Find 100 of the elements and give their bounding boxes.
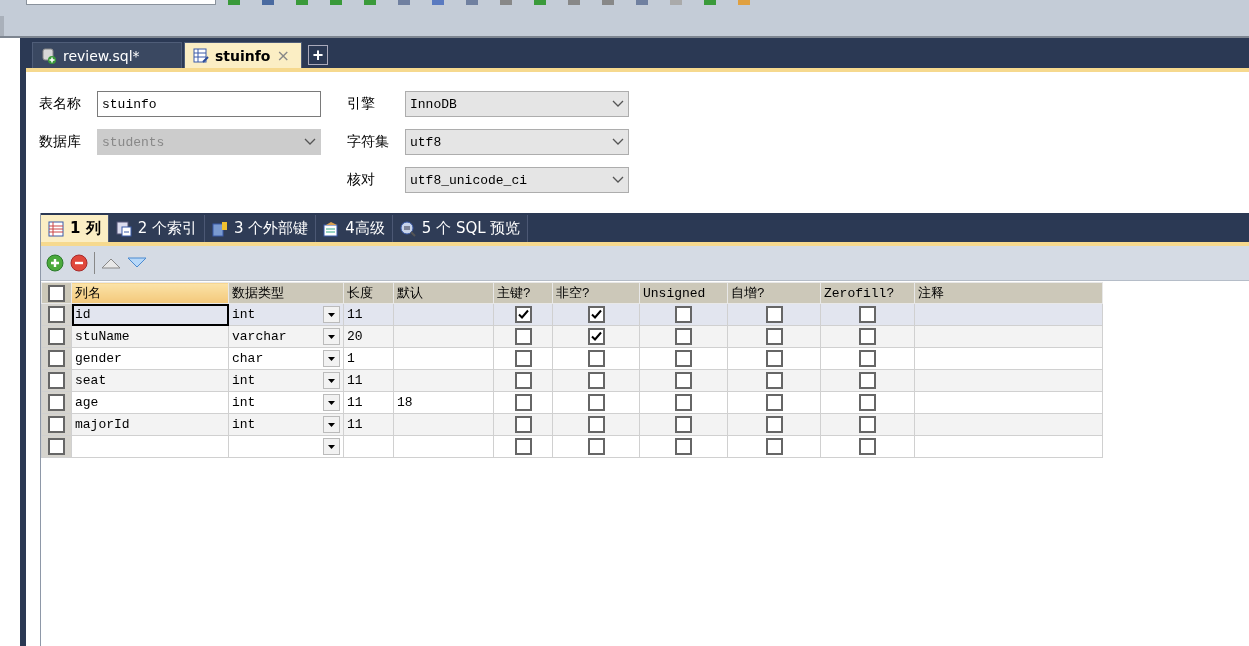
dropdown[interactable]: utf8 xyxy=(405,129,629,155)
checkbox[interactable] xyxy=(765,350,783,367)
toolbar-field[interactable] xyxy=(26,0,216,5)
table-cell: stuName xyxy=(75,329,130,344)
checkbox[interactable] xyxy=(859,350,876,367)
field-label: 引擎 xyxy=(347,95,376,113)
checkbox[interactable] xyxy=(587,416,605,433)
table-cell: int xyxy=(232,373,256,388)
table-cell: 11 xyxy=(347,373,363,388)
new-tab-button[interactable]: + xyxy=(308,45,328,65)
caret-icon xyxy=(304,138,316,146)
checkbox[interactable] xyxy=(675,328,692,345)
checkbox[interactable] xyxy=(514,394,532,411)
tab[interactable]: 1 列 xyxy=(41,215,109,242)
checkbox[interactable] xyxy=(765,372,783,389)
table-cell: varchar xyxy=(232,329,287,344)
checkbox[interactable] xyxy=(859,416,876,433)
tab[interactable]: 3 个外部键 xyxy=(205,215,317,242)
table-cell: int xyxy=(232,395,256,410)
column-header[interactable]: 自增? xyxy=(727,282,821,304)
row-checkbox[interactable] xyxy=(48,306,65,323)
checkbox[interactable] xyxy=(514,328,532,345)
checkbox[interactable] xyxy=(859,328,876,345)
checkbox[interactable] xyxy=(675,438,692,455)
document-tab[interactable]: review.sql* xyxy=(32,42,182,68)
checkbox[interactable] xyxy=(587,372,605,389)
table-icon xyxy=(193,47,209,64)
column-header[interactable]: Zerofill? xyxy=(820,282,915,304)
tab[interactable]: 4高级 xyxy=(316,215,393,242)
column-header[interactable]: 长度 xyxy=(343,282,394,304)
move-up-icon[interactable] xyxy=(101,257,121,269)
column-header[interactable]: 数据类型 xyxy=(228,282,344,304)
checkbox[interactable] xyxy=(859,372,876,389)
dropdown[interactable]: InnoDB xyxy=(405,91,629,117)
table-cell: 11 xyxy=(347,307,363,322)
row-checkbox[interactable] xyxy=(48,394,65,411)
checkbox[interactable] xyxy=(675,372,692,389)
document-tab[interactable]: stuinfo × xyxy=(184,42,302,68)
tab[interactable]: 5 个 SQL 预览 xyxy=(392,215,529,242)
caret-icon xyxy=(612,176,624,184)
checkbox[interactable] xyxy=(765,416,783,433)
table-cell: age xyxy=(75,395,99,410)
column-header[interactable]: 注释 xyxy=(914,282,1103,304)
checkbox[interactable] xyxy=(587,328,605,345)
dropdown[interactable]: utf8_unicode_ci xyxy=(405,167,629,193)
field-label: 字符集 xyxy=(347,133,390,151)
checkbox[interactable] xyxy=(675,350,692,367)
index-icon xyxy=(115,220,132,237)
table-cell: id xyxy=(75,307,91,322)
table-cell: 20 xyxy=(347,329,363,344)
field-label: 核对 xyxy=(347,171,376,189)
tab[interactable]: 2 个索引 xyxy=(108,215,205,242)
script-icon xyxy=(41,47,57,64)
column-header[interactable]: 列名 xyxy=(71,282,229,304)
table-cell: 1 xyxy=(347,351,355,366)
table-cell: seat xyxy=(75,373,107,388)
checkbox[interactable] xyxy=(514,416,532,433)
checkbox[interactable] xyxy=(514,372,532,389)
input-field[interactable]: stuinfo xyxy=(97,91,321,117)
checkbox[interactable] xyxy=(587,438,605,455)
checkbox[interactable] xyxy=(587,350,605,367)
checkbox[interactable] xyxy=(765,328,783,345)
checkbox[interactable] xyxy=(765,438,783,455)
table-cell: 11 xyxy=(347,417,363,432)
checkbox[interactable] xyxy=(587,394,605,411)
options-icon xyxy=(323,220,340,237)
table-cell: gender xyxy=(75,351,122,366)
table-cell: 18 xyxy=(397,395,413,410)
columns-icon xyxy=(48,220,64,237)
row-checkbox[interactable] xyxy=(48,438,65,455)
row-checkbox[interactable] xyxy=(48,416,65,433)
table-cell: 11 xyxy=(347,395,363,410)
column-header[interactable]: 非空? xyxy=(552,282,640,304)
checkbox[interactable] xyxy=(859,306,876,323)
checkbox[interactable] xyxy=(514,306,532,323)
checkbox[interactable] xyxy=(514,350,532,367)
column-header[interactable]: Unsigned xyxy=(639,282,728,304)
select-all-checkbox[interactable] xyxy=(48,284,65,302)
checkbox[interactable] xyxy=(765,306,783,323)
checkbox[interactable] xyxy=(675,394,692,411)
checkbox[interactable] xyxy=(859,394,876,411)
checkbox[interactable] xyxy=(859,438,876,455)
checkbox[interactable] xyxy=(514,438,532,455)
add-icon[interactable] xyxy=(46,254,64,272)
move-down-icon[interactable] xyxy=(127,257,147,269)
row-checkbox[interactable] xyxy=(48,350,65,367)
field-label: 表名称 xyxy=(39,95,82,113)
table-cell: int xyxy=(232,417,256,432)
preview-icon xyxy=(399,220,416,237)
column-header[interactable]: 主键? xyxy=(493,282,553,304)
checkbox[interactable] xyxy=(675,416,692,433)
row-checkbox[interactable] xyxy=(48,372,65,389)
checkbox[interactable] xyxy=(765,394,783,411)
checkbox[interactable] xyxy=(587,306,605,323)
row-checkbox[interactable] xyxy=(48,328,65,345)
checkbox[interactable] xyxy=(675,306,692,323)
remove-icon[interactable] xyxy=(70,254,88,272)
caret-icon xyxy=(612,100,624,108)
field-label: 数据库 xyxy=(39,133,82,151)
column-header[interactable]: 默认 xyxy=(393,282,494,304)
